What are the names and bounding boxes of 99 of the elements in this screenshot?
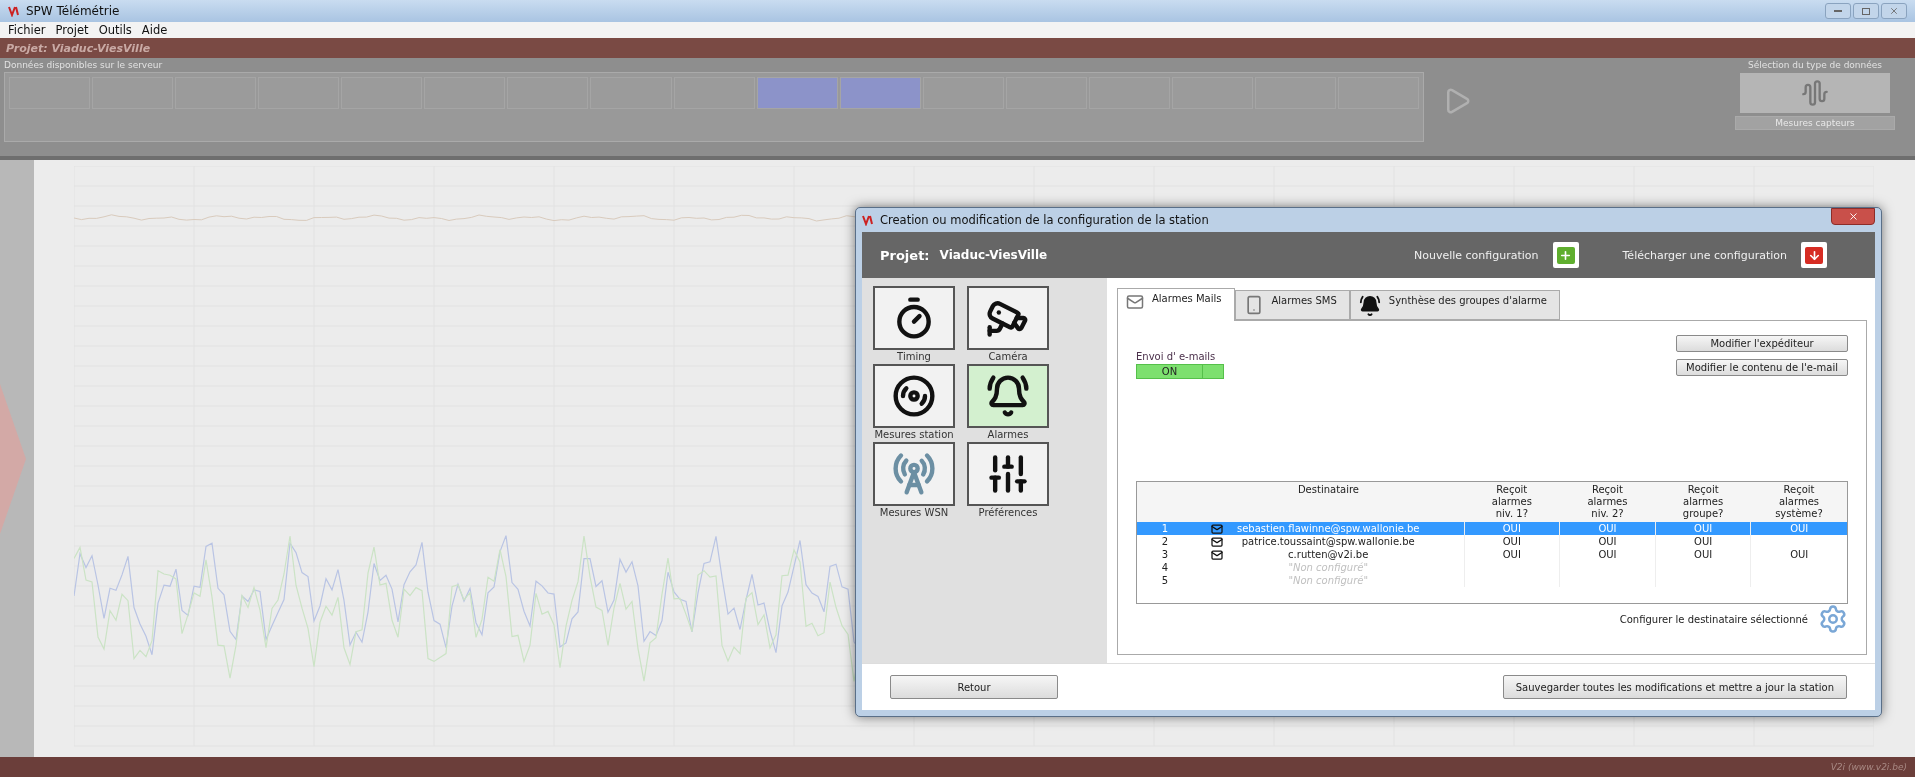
email-toggle[interactable]: ON <box>1136 364 1224 379</box>
table-cell: OUI <box>1655 548 1751 561</box>
recipient-text: patrice.toussaint@spw.wallonie.be <box>1241 535 1415 548</box>
table-row[interactable]: 2 patrice.toussaint@spw.wallonie.be OUI OUI OUI <box>1136 535 1848 548</box>
category-tile[interactable] <box>967 364 1049 428</box>
category-button[interactable]: Préférences <box>966 442 1050 520</box>
row-number: 3 <box>1136 548 1193 561</box>
category-tile[interactable] <box>873 286 955 350</box>
category-label: Alarmes <box>987 429 1029 440</box>
maximize-button[interactable] <box>1853 3 1879 19</box>
column-header: Reçoit alarmes groupe? <box>1655 481 1751 522</box>
data-type-tile[interactable] <box>1740 73 1890 113</box>
credit-text: V2i (www.v2i.be) <box>1830 762 1907 772</box>
month-tile[interactable] <box>756 77 838 109</box>
menu-item[interactable]: Projet <box>55 23 89 37</box>
mail-icon <box>1210 522 1223 535</box>
table-cell: OUI <box>1655 522 1751 535</box>
action-button[interactable]: Modifier le contenu de l'e-mail <box>1676 359 1848 376</box>
mail-icon <box>1210 535 1223 548</box>
category-label: Mesures WSN <box>879 507 949 518</box>
table-cell: OUI <box>1655 535 1751 548</box>
close-button[interactable] <box>1881 3 1907 19</box>
row-number: 5 <box>1136 574 1193 587</box>
strip-title: Données disponibles sur le serveur <box>4 59 164 70</box>
table-cell: OUI <box>1750 548 1848 561</box>
row-number: 1 <box>1136 522 1193 535</box>
antenna-icon <box>892 452 936 496</box>
table-cell: OUI <box>1559 535 1656 548</box>
mail-icon <box>1210 548 1223 561</box>
minimize-button[interactable] <box>1825 3 1851 19</box>
table-cell: OUI <box>1559 522 1656 535</box>
category-tile[interactable] <box>967 286 1049 350</box>
table-row[interactable]: 4 "Non configuré" <box>1136 561 1848 574</box>
recipient-text: "Non configuré" <box>1288 561 1369 574</box>
action-label: Télécharger une configuration <box>1622 248 1787 262</box>
column-header: Reçoit alarmes niv. 1? <box>1464 481 1560 522</box>
maximize-icon <box>1862 7 1870 15</box>
download-document-icon[interactable] <box>1801 242 1827 268</box>
back-button[interactable]: Retour <box>890 675 1058 699</box>
side-tab-icon <box>0 383 26 534</box>
table-cell: OUI <box>1464 522 1560 535</box>
project-name: Viaduc-ViesVille <box>939 248 1048 262</box>
close-icon <box>1847 211 1859 222</box>
tab[interactable]: Synthèse des groupes d'alarme <box>1349 290 1560 320</box>
configure-label: Configurer le destinataire sélectionné <box>1619 613 1808 625</box>
category-label: Préférences <box>978 507 1038 518</box>
menu-item[interactable]: Aide <box>141 23 168 37</box>
menu-item[interactable]: Outils <box>98 23 132 37</box>
save-button[interactable]: Sauvegarder toutes les modifications et mettre a jour la station <box>1502 675 1847 699</box>
sliders-icon <box>986 452 1030 496</box>
category-button[interactable]: Alarmes <box>966 364 1050 442</box>
gears-icon[interactable] <box>1818 604 1848 634</box>
project-title: Projet: Viaduc-ViesVille <box>6 41 151 55</box>
app-logo-icon <box>8 5 20 17</box>
action-label: Nouvelle configuration <box>1413 248 1539 262</box>
close-button[interactable] <box>1831 208 1875 225</box>
close-icon <box>1889 6 1899 16</box>
category-label: Mesures station <box>874 429 954 440</box>
table-row[interactable]: 5 "Non configuré" <box>1136 574 1848 587</box>
recipient-text: c.rutten@v2i.be <box>1288 548 1369 561</box>
recipient-text: sebastien.flawinne@spw.wallonie.be <box>1236 522 1420 535</box>
mail-icon <box>1126 293 1144 311</box>
recipient-text: "Non configuré" <box>1288 574 1369 587</box>
project-label: Projet: <box>880 247 930 263</box>
disc-icon <box>892 374 936 418</box>
category-tile[interactable] <box>873 364 955 428</box>
category-button[interactable]: Mesures WSN <box>872 442 956 520</box>
table-cell: OUI <box>1750 522 1848 535</box>
category-tile[interactable] <box>967 442 1049 506</box>
waveform-icon <box>1801 79 1829 107</box>
app-logo-icon <box>862 214 874 226</box>
category-button[interactable]: Timing <box>872 286 956 364</box>
table-row[interactable]: 3 c.rutten@v2i.be OUI OUI OUI OUI <box>1136 548 1848 561</box>
tab[interactable]: Alarmes SMS <box>1234 290 1350 320</box>
selector-title: Sélection du type de données <box>1747 60 1883 70</box>
row-number: 2 <box>1136 535 1193 548</box>
toggle-label: Envoi d' e-mails <box>1136 351 1217 362</box>
table-cell: OUI <box>1464 535 1560 548</box>
bell-icon <box>1358 295 1381 317</box>
menu-item[interactable]: Fichier <box>8 23 46 37</box>
dialog-title: Creation ou modification de la configuration de la station <box>880 213 1209 227</box>
table-cell: OUI <box>1559 548 1656 561</box>
category-tile[interactable] <box>873 442 955 506</box>
action-button[interactable]: Modifier l'expéditeur <box>1676 335 1848 352</box>
category-button[interactable]: Caméra <box>966 286 1050 364</box>
column-header: Reçoit alarmes niv. 2? <box>1559 481 1656 522</box>
window-title: SPW Télémétrie <box>26 4 120 18</box>
month-tile[interactable] <box>839 77 921 109</box>
category-label: Timing <box>897 351 931 362</box>
category-label: Caméra <box>988 351 1028 362</box>
table-cell: OUI <box>1464 548 1560 561</box>
row-number: 4 <box>1136 561 1193 574</box>
tab[interactable]: Alarmes Mails <box>1117 288 1235 321</box>
category-button[interactable]: Mesures station <box>872 364 956 442</box>
column-header: Destinataire <box>1192 481 1464 522</box>
minimize-icon <box>1834 10 1842 12</box>
column-header: Reçoit alarmes système? <box>1750 481 1848 522</box>
add-document-icon[interactable] <box>1552 242 1579 268</box>
bell-icon <box>986 374 1030 418</box>
